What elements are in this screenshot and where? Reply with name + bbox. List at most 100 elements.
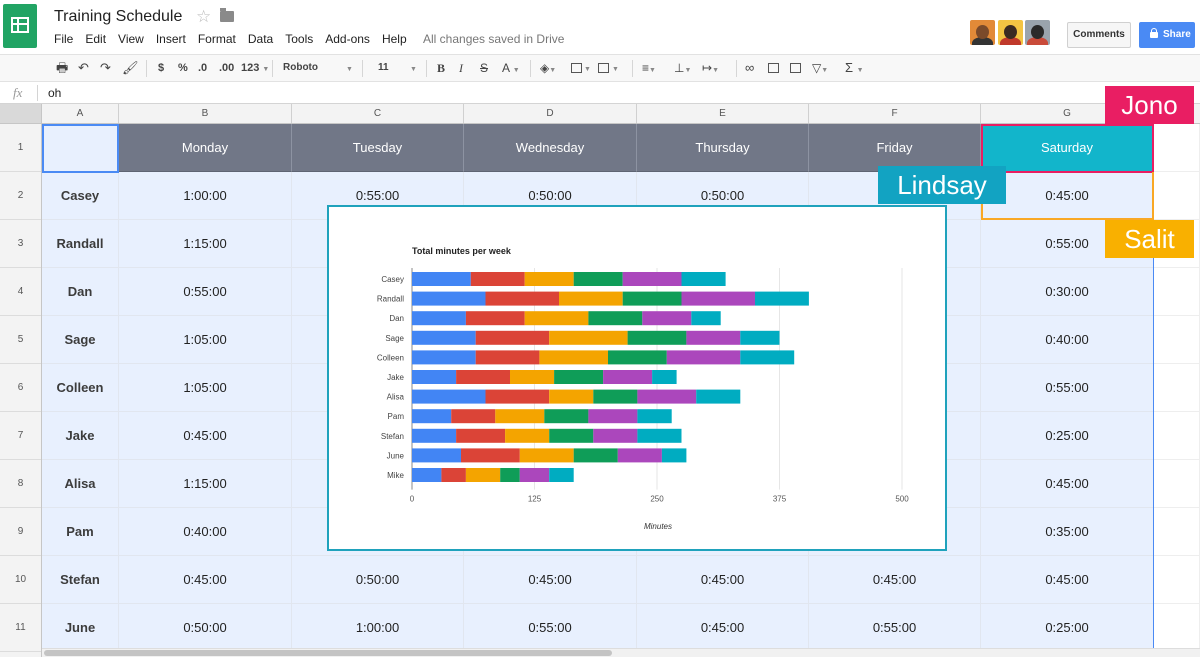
empty-cell[interactable]	[1154, 556, 1200, 604]
column-header-e[interactable]: E	[637, 104, 809, 123]
menu-add-ons[interactable]: Add-ons	[319, 31, 376, 49]
time-cell[interactable]: 0:55:00	[981, 364, 1154, 412]
percent-format-button[interactable]: %	[178, 61, 188, 75]
name-cell[interactable]: Randall	[42, 220, 119, 268]
empty-cell[interactable]	[1154, 316, 1200, 364]
horizontal-align-icon[interactable]: ≡▼	[642, 61, 656, 78]
time-cell[interactable]: 0:45:00	[119, 556, 292, 604]
header-cell-tuesday[interactable]: Tuesday	[292, 124, 464, 172]
name-cell[interactable]: Pam	[42, 508, 119, 556]
menu-file[interactable]: File	[48, 31, 79, 49]
time-cell[interactable]: 0:50:00	[119, 604, 292, 652]
document-title[interactable]: Training Schedule	[54, 8, 182, 26]
decrease-decimals-button[interactable]: .0	[198, 61, 207, 75]
time-cell[interactable]: 0:55:00	[809, 604, 981, 652]
time-cell[interactable]: 0:55:00	[119, 268, 292, 316]
menu-help[interactable]: Help	[376, 31, 413, 49]
row-header[interactable]: 3	[0, 220, 41, 268]
sheets-logo-icon[interactable]	[3, 4, 37, 48]
time-cell[interactable]: 0:40:00	[119, 508, 292, 556]
time-cell[interactable]: 1:05:00	[119, 364, 292, 412]
column-header-a[interactable]: A	[42, 104, 119, 123]
name-cell[interactable]: Colleen	[42, 364, 119, 412]
star-icon[interactable]: ☆	[196, 7, 211, 27]
currency-format-button[interactable]: $	[158, 61, 164, 75]
active-cell-selection[interactable]	[42, 124, 119, 173]
time-cell[interactable]: 0:45:00	[637, 556, 809, 604]
select-all-corner[interactable]	[0, 104, 42, 123]
undo-icon[interactable]: ↶	[78, 61, 89, 75]
time-cell[interactable]: 1:00:00	[119, 172, 292, 220]
name-cell[interactable]: June	[42, 604, 119, 652]
horizontal-scrollbar[interactable]	[42, 648, 1200, 657]
more-formats-button[interactable]: 123 ▼	[241, 61, 269, 77]
collaborator-avatar[interactable]	[1025, 20, 1050, 45]
time-cell[interactable]: 1:05:00	[119, 316, 292, 364]
name-cell[interactable]: Jake	[42, 412, 119, 460]
column-header-d[interactable]: D	[464, 104, 637, 123]
time-cell[interactable]: 0:55:00	[464, 604, 637, 652]
font-size-select[interactable]: 11	[378, 61, 389, 75]
increase-decimals-button[interactable]: .00	[219, 61, 234, 75]
row-header[interactable]: 8	[0, 460, 41, 508]
row-header[interactable]: 10	[0, 556, 41, 604]
name-cell[interactable]: Dan	[42, 268, 119, 316]
chevron-down-icon[interactable]: ▼	[612, 61, 619, 77]
column-header-b[interactable]: B	[119, 104, 292, 123]
time-cell[interactable]: 0:25:00	[981, 604, 1154, 652]
menu-tools[interactable]: Tools	[279, 31, 319, 49]
time-cell[interactable]: 0:45:00	[464, 556, 637, 604]
time-cell[interactable]: 1:00:00	[292, 604, 464, 652]
row-header[interactable]: 6	[0, 364, 41, 412]
vertical-align-icon[interactable]: ⊥▼	[674, 61, 691, 78]
time-cell[interactable]: 0:35:00	[981, 508, 1154, 556]
row-header[interactable]: 11	[0, 604, 41, 652]
name-cell[interactable]: Sage	[42, 316, 119, 364]
comments-button[interactable]: Comments	[1067, 22, 1131, 48]
merge-cells-icon[interactable]	[598, 63, 609, 73]
row-header[interactable]: 1	[0, 124, 41, 172]
row-header[interactable]: 4	[0, 268, 41, 316]
time-cell[interactable]: 0:40:00	[981, 316, 1154, 364]
formula-input[interactable]: oh	[48, 86, 61, 100]
bold-button[interactable]: B	[437, 61, 445, 75]
row-header[interactable]: 7	[0, 412, 41, 460]
empty-cell[interactable]	[1154, 460, 1200, 508]
insert-comment-icon[interactable]	[768, 63, 779, 73]
paint-format-icon[interactable]: 🖌	[122, 61, 139, 75]
header-cell-wednesday[interactable]: Wednesday	[464, 124, 637, 172]
empty-cell[interactable]	[1154, 412, 1200, 460]
text-color-button[interactable]: A ▼	[502, 61, 520, 78]
empty-cell[interactable]	[1154, 268, 1200, 316]
time-cell[interactable]: 0:25:00	[981, 412, 1154, 460]
empty-cell[interactable]	[1154, 364, 1200, 412]
empty-cell[interactable]	[1154, 172, 1200, 220]
chevron-down-icon[interactable]: ▼	[346, 61, 353, 77]
print-icon[interactable]: 🖶	[56, 61, 68, 75]
scrollbar-thumb[interactable]	[44, 650, 612, 656]
menu-data[interactable]: Data	[242, 31, 279, 49]
folder-icon[interactable]	[220, 8, 234, 22]
time-cell[interactable]: 0:30:00	[981, 268, 1154, 316]
borders-icon[interactable]	[571, 63, 582, 73]
time-cell[interactable]: 0:45:00	[981, 556, 1154, 604]
name-cell[interactable]: Stefan	[42, 556, 119, 604]
chevron-down-icon[interactable]: ▼	[410, 61, 417, 77]
time-cell[interactable]: 0:50:00	[292, 556, 464, 604]
menu-view[interactable]: View	[112, 31, 150, 49]
menu-format[interactable]: Format	[192, 31, 242, 49]
menu-edit[interactable]: Edit	[79, 31, 112, 49]
time-cell[interactable]: 1:15:00	[119, 460, 292, 508]
chevron-down-icon[interactable]: ▼	[584, 61, 591, 77]
row-header[interactable]: 2	[0, 172, 41, 220]
time-cell[interactable]: 0:45:00	[119, 412, 292, 460]
header-cell-friday[interactable]: Friday	[809, 124, 981, 172]
header-cell-thursday[interactable]: Thursday	[637, 124, 809, 172]
strikethrough-button[interactable]: S	[480, 61, 488, 75]
empty-cell[interactable]	[1154, 604, 1200, 652]
time-cell[interactable]: 0:45:00	[637, 604, 809, 652]
insert-link-icon[interactable]: ∞	[745, 61, 754, 75]
column-header-f[interactable]: F	[809, 104, 981, 123]
text-wrapping-icon[interactable]: ↦▼	[702, 61, 719, 78]
time-cell[interactable]: 1:15:00	[119, 220, 292, 268]
